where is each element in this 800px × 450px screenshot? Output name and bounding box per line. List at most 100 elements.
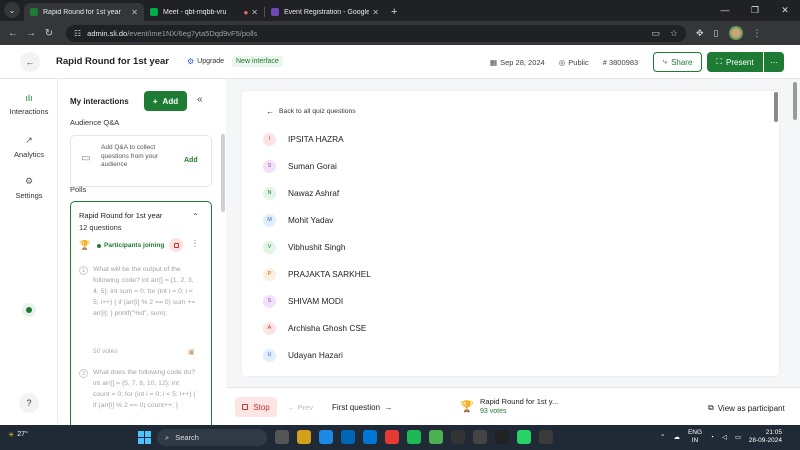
rail-item-settings[interactable]: ⚙ Settings (0, 176, 58, 200)
minimize-icon[interactable]: — (710, 0, 740, 20)
share-icon: ⤷ (662, 57, 668, 66)
wifi-icon[interactable]: ◔ (710, 434, 714, 441)
tab-title: Rapid Round for 1st year (43, 8, 121, 16)
trophy-icon: 🏆 (79, 240, 91, 250)
app-icon[interactable] (495, 430, 509, 444)
view-as-participant-button[interactable]: ⧉ View as participant (708, 403, 785, 413)
close-window-icon[interactable]: ✕ (770, 0, 800, 20)
start-button[interactable] (138, 431, 151, 444)
browser-menu-icon[interactable]: ⋮ (753, 28, 762, 39)
cast-icon[interactable]: ▭ (651, 28, 660, 39)
close-tab-icon[interactable]: ✕ (251, 8, 258, 17)
back-button[interactable]: ← (20, 51, 40, 72)
stop-poll-button[interactable] (169, 238, 183, 252)
spotify-icon[interactable] (407, 430, 421, 444)
site-info-icon[interactable]: ☷ (74, 29, 81, 38)
avatar: N (263, 186, 276, 200)
add-qa-button[interactable]: Add (184, 157, 198, 164)
file-explorer-icon[interactable] (297, 430, 311, 444)
task-view-icon[interactable] (275, 430, 289, 444)
page-scrollbar[interactable] (793, 82, 797, 120)
maximize-icon[interactable]: ❐ (740, 0, 770, 20)
event-code[interactable]: # 3800983 (603, 58, 638, 67)
help-button[interactable]: ? (19, 393, 39, 413)
address-bar: ← → ↻ ☷ admin.sli.do/event/ime1NX/6eg7yt… (0, 21, 800, 45)
taskbar-search[interactable]: ⌕ Search (157, 429, 267, 446)
event-date[interactable]: ▦ Sep 28, 2024 (490, 58, 545, 67)
visibility-setting[interactable]: ◎ Public (559, 58, 589, 67)
close-tab-icon[interactable]: ✕ (131, 8, 138, 17)
quiz-icon: ▣ (188, 349, 195, 356)
close-tab-icon[interactable]: ✕ (372, 8, 379, 17)
stop-button[interactable]: Stop (235, 397, 277, 417)
volume-icon[interactable]: ◁ (722, 433, 727, 441)
app-icon[interactable] (473, 430, 487, 444)
edge-icon[interactable] (319, 430, 333, 444)
clock-time: 21:05 (765, 429, 782, 436)
collapse-panel-icon[interactable]: « (197, 94, 203, 105)
browser-tab-active[interactable]: Rapid Round for 1st year ✕ (24, 3, 144, 21)
participant-row[interactable]: P PRAJAKTA SARKHEL (263, 267, 371, 281)
participant-row[interactable]: U Udayan Hazari (263, 348, 343, 362)
back-arrow-icon[interactable]: ← (4, 28, 22, 39)
chrome-icon[interactable] (429, 430, 443, 444)
extensions-icon[interactable]: ✥ (696, 28, 704, 39)
participant-row[interactable]: I IPSITA HAZRA (263, 132, 344, 146)
tray-expand-icon[interactable]: ⌃ (660, 433, 665, 441)
present-options-button[interactable]: ⋯ (764, 52, 784, 72)
chevron-up-icon[interactable]: ⌃ (192, 212, 199, 221)
participant-name: Suman Gorai (288, 161, 337, 171)
language-indicator[interactable]: ENG IN (688, 429, 702, 445)
poll-question-count: 12 questions (79, 223, 122, 232)
panel-scrollbar[interactable] (221, 134, 225, 212)
bookmark-star-icon[interactable]: ☆ (670, 28, 678, 39)
whatsapp-icon[interactable] (517, 430, 531, 444)
presenter-footer: Stop ← Prev First question → 🏆 Rapid Rou… (226, 387, 800, 425)
weather-widget[interactable]: ☀ 27° (8, 431, 28, 439)
participant-row[interactable]: N Nawaz Ashraf (263, 186, 339, 200)
card-scrollbar[interactable] (774, 92, 778, 122)
first-question-button[interactable]: First question → (332, 403, 392, 412)
profile-avatar[interactable] (728, 26, 743, 40)
live-dot-icon (97, 243, 101, 248)
present-icon: ⛶ (716, 57, 723, 66)
add-interaction-button[interactable]: + Add (144, 91, 187, 111)
clock[interactable]: 21:05 28-09-2024 (738, 429, 782, 445)
participant-row[interactable]: A Archisha Ghosh CSE (263, 321, 366, 335)
prev-button[interactable]: ← Prev (288, 403, 313, 412)
vscode-icon[interactable] (341, 430, 355, 444)
system-tray: ⌃ ☁ ENG IN ◔ ◁ ▭ (660, 429, 741, 445)
sidebar-icon[interactable]: ▯ (714, 28, 719, 39)
store-icon[interactable] (363, 430, 377, 444)
poll-status: Participants joining (97, 242, 164, 249)
participant-row[interactable]: S SHIVAM MODI (263, 294, 343, 308)
tab-search-button[interactable]: ⌄ (4, 2, 20, 18)
rail-item-interactions[interactable]: ılı Interactions (0, 93, 58, 116)
browser-tab[interactable]: Event Registration - Google For ✕ (265, 3, 385, 21)
reload-icon[interactable]: ↻ (40, 28, 58, 39)
share-button[interactable]: ⤷ Share (653, 52, 702, 72)
back-to-questions-link[interactable]: ← Back to all quiz questions (266, 107, 356, 116)
live-status-icon[interactable] (22, 303, 36, 317)
url-input[interactable]: ☷ admin.sli.do/event/ime1NX/6eg7yta5Dqd9… (66, 24, 686, 42)
poll-card[interactable]: Rapid Round for 1st year 12 questions ⌃ … (70, 201, 212, 425)
participant-row[interactable]: M Mohit Yadav (263, 213, 333, 227)
onedrive-icon[interactable]: ☁ (673, 433, 680, 441)
rail-item-analytics[interactable]: ↗ Analytics (0, 135, 58, 159)
youtube-icon[interactable] (385, 430, 399, 444)
add-label: Add (162, 96, 179, 106)
poll-menu-icon[interactable]: ⋮ (191, 239, 199, 248)
participant-row[interactable]: V Vibhushit Singh (263, 240, 346, 254)
rail-label: Analytics (13, 150, 44, 159)
new-interface-badge[interactable]: New interface (232, 56, 283, 67)
avatar: A (263, 321, 276, 335)
browser-tab[interactable]: Meet - qbt-mqbb-vru ● ✕ (144, 3, 264, 21)
app-icon[interactable] (451, 430, 465, 444)
forward-arrow-icon[interactable]: → (22, 28, 40, 39)
participant-row[interactable]: S Suman Gorai (263, 159, 337, 173)
upgrade-link[interactable]: ⚙ Upgrade (187, 57, 224, 66)
app-icon[interactable] (539, 430, 553, 444)
new-tab-icon[interactable]: + (391, 6, 397, 18)
present-button[interactable]: ⛶ Present (707, 52, 763, 72)
rail-label: Interactions (9, 107, 49, 116)
